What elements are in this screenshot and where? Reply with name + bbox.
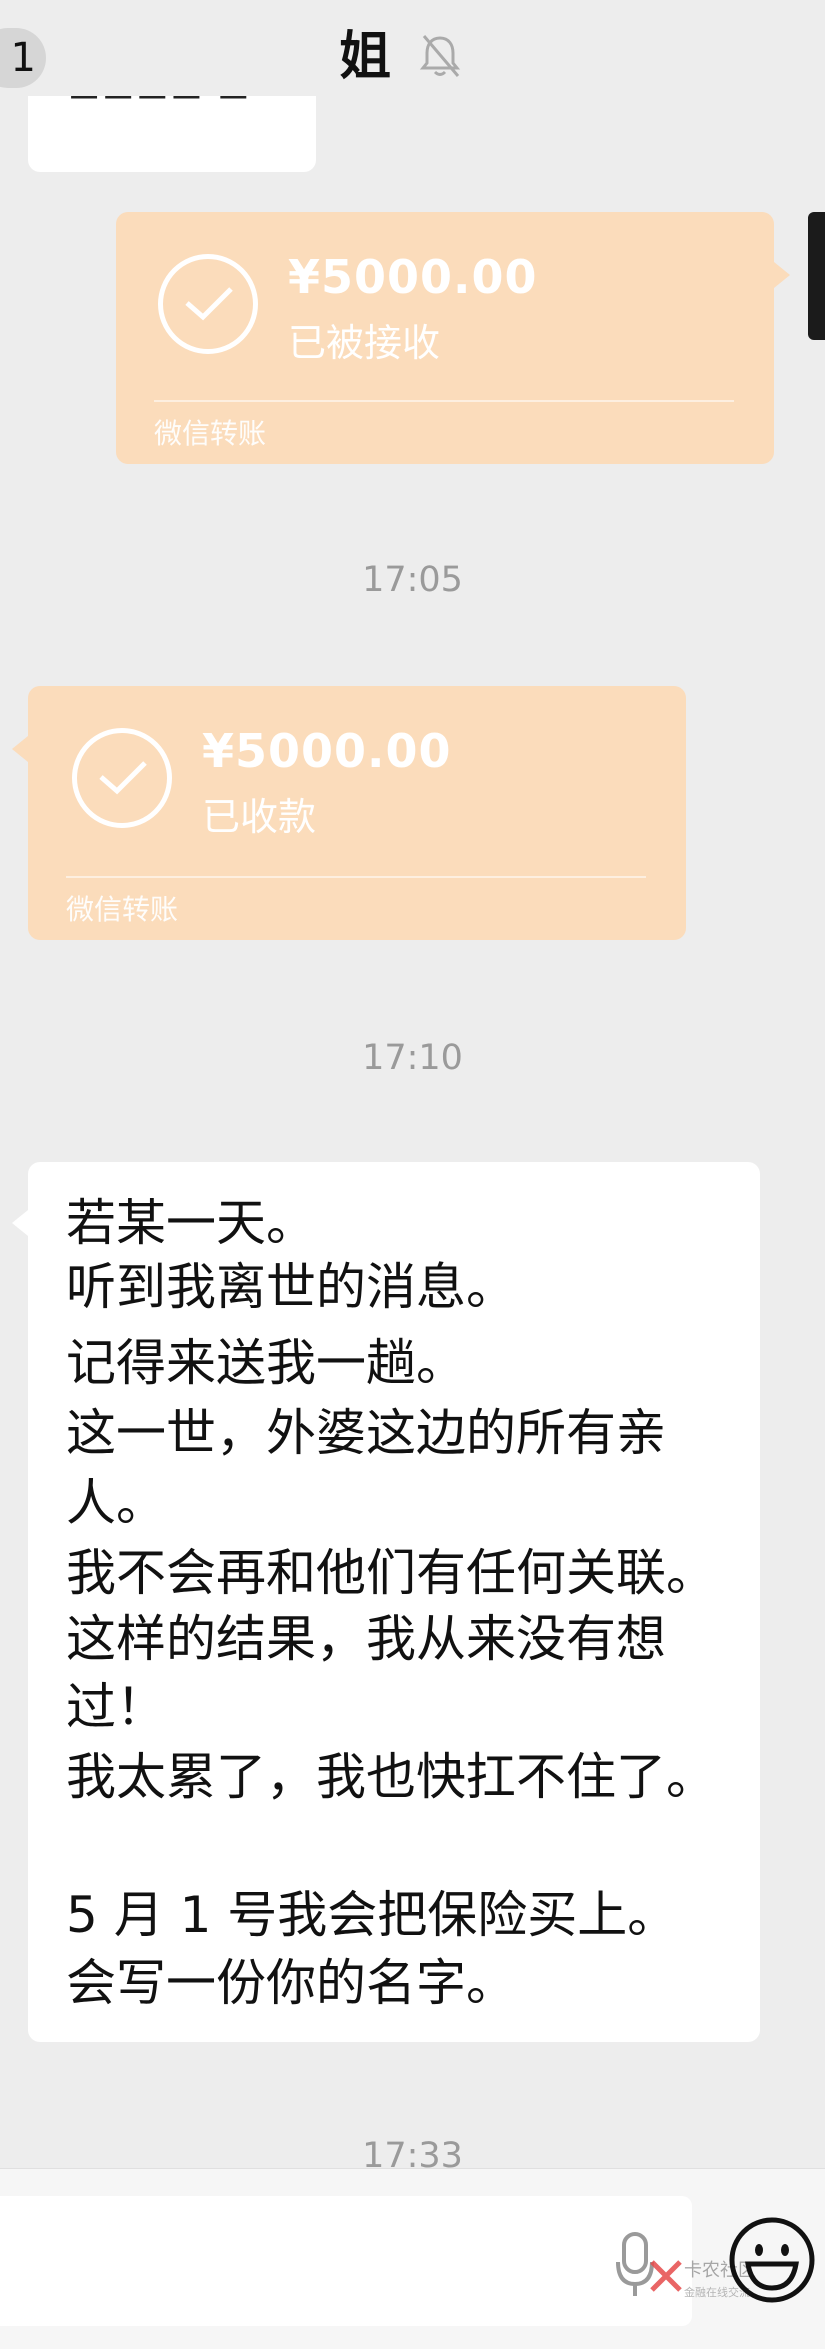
transfer-footer: 微信转账 — [66, 893, 179, 926]
message-line: 我不会再和他们有任何关联。 — [66, 1544, 716, 1602]
message-line: 听到我离世的消息。 — [66, 1258, 516, 1316]
bubble-tail — [12, 1210, 28, 1236]
message-line: 过！ — [66, 1678, 166, 1736]
transfer-status: 已被接收 — [288, 321, 441, 365]
timestamp: 17:05 — [362, 560, 463, 600]
message-line: 记得来送我一趟。 — [66, 1334, 466, 1392]
bell-muted-icon — [419, 35, 461, 77]
clipped-text: ▬▬▬▬ ▬ — [68, 96, 251, 110]
check-circle-icon — [72, 728, 172, 828]
transfer-card-sent[interactable]: ¥5000.00 已被接收 微信转账 — [116, 212, 774, 464]
message-line: 会写一份你的名字。 — [66, 1954, 516, 2012]
bubble-tail — [774, 262, 790, 288]
divider — [66, 876, 646, 878]
transfer-card-received[interactable]: ¥5000.00 已收款 微信转账 — [28, 686, 686, 940]
transfer-amount: ¥5000.00 — [202, 724, 452, 778]
divider — [154, 400, 734, 402]
smiley-icon[interactable] — [728, 2216, 816, 2304]
chat-title: 姐 — [338, 27, 391, 87]
message-line: 人。 — [66, 1474, 166, 1532]
message-line: 这一世，外婆这边的所有亲 — [66, 1404, 666, 1462]
bubble-tail — [12, 736, 28, 762]
check-circle-icon — [158, 254, 258, 354]
previous-message-bubble[interactable]: ▬▬▬▬ ▬ — [28, 96, 316, 172]
transfer-footer: 微信转账 — [154, 417, 267, 450]
message-input[interactable] — [0, 2196, 692, 2326]
message-line: 若某一天。 — [66, 1194, 316, 1252]
message-line: 这样的结果，我从来没有想 — [66, 1610, 666, 1668]
transfer-status: 已收款 — [202, 795, 317, 839]
transfer-amount: ¥5000.00 — [288, 250, 538, 304]
timestamp: 17:10 — [362, 1038, 463, 1078]
message-line: 我太累了，我也快扛不住了。 — [66, 1748, 716, 1806]
message-line: 5 月 1 号我会把保险买上。 — [66, 1886, 678, 1944]
avatar[interactable] — [808, 212, 825, 340]
